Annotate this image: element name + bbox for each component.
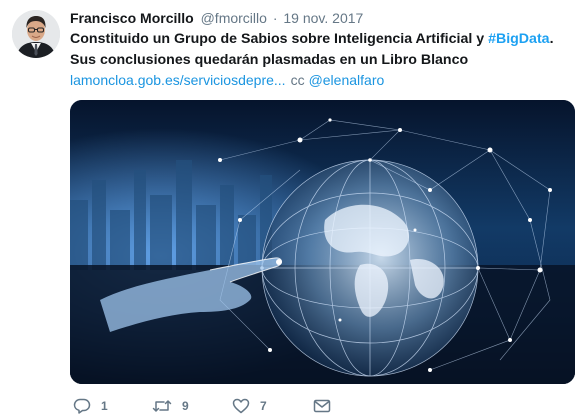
tweet-text-part-1: Constituido un Grupo de Sabios sobre Int… <box>70 31 489 47</box>
like-count: 7 <box>260 399 267 413</box>
retweet-count: 9 <box>182 399 189 413</box>
url-link[interactable]: lamoncloa.gob.es/serviciosdepre... <box>70 72 286 88</box>
retweet-button[interactable]: 9 <box>152 396 189 416</box>
envelope-icon <box>313 399 331 413</box>
author-handle[interactable]: @fmorcillo <box>201 10 267 26</box>
author-display-name[interactable]: Francisco Morcillo <box>70 10 194 26</box>
tweet-text: Constituido un Grupo de Sabios sobre Int… <box>70 29 575 71</box>
tweet: Francisco Morcillo @fmorcillo · 19 nov. … <box>0 0 583 419</box>
reply-bubble-icon <box>73 398 91 414</box>
reply-button[interactable]: 1 <box>73 396 108 416</box>
retweet-arrows-icon <box>152 400 172 412</box>
like-button[interactable]: 7 <box>232 396 267 416</box>
tweet-media-image[interactable] <box>70 100 575 384</box>
header-separator: · <box>272 10 278 26</box>
tweet-date[interactable]: 19 nov. 2017 <box>283 10 363 26</box>
digital-globe-hand-image <box>70 100 575 384</box>
heart-outline-icon <box>232 398 250 414</box>
tweet-header: Francisco Morcillo @fmorcillo · 19 nov. … <box>70 8 575 28</box>
hashtag-link[interactable]: #BigData <box>488 31 550 47</box>
avatar[interactable] <box>12 10 60 58</box>
tweet-links-line: lamoncloa.gob.es/serviciosdepre... cc @ele… <box>70 70 575 90</box>
mention-link[interactable]: @elenalfaro <box>309 72 385 88</box>
direct-message-button[interactable] <box>313 396 331 416</box>
reply-count: 1 <box>101 399 108 413</box>
avatar-portrait <box>12 10 60 58</box>
cc-label: cc <box>290 72 305 88</box>
